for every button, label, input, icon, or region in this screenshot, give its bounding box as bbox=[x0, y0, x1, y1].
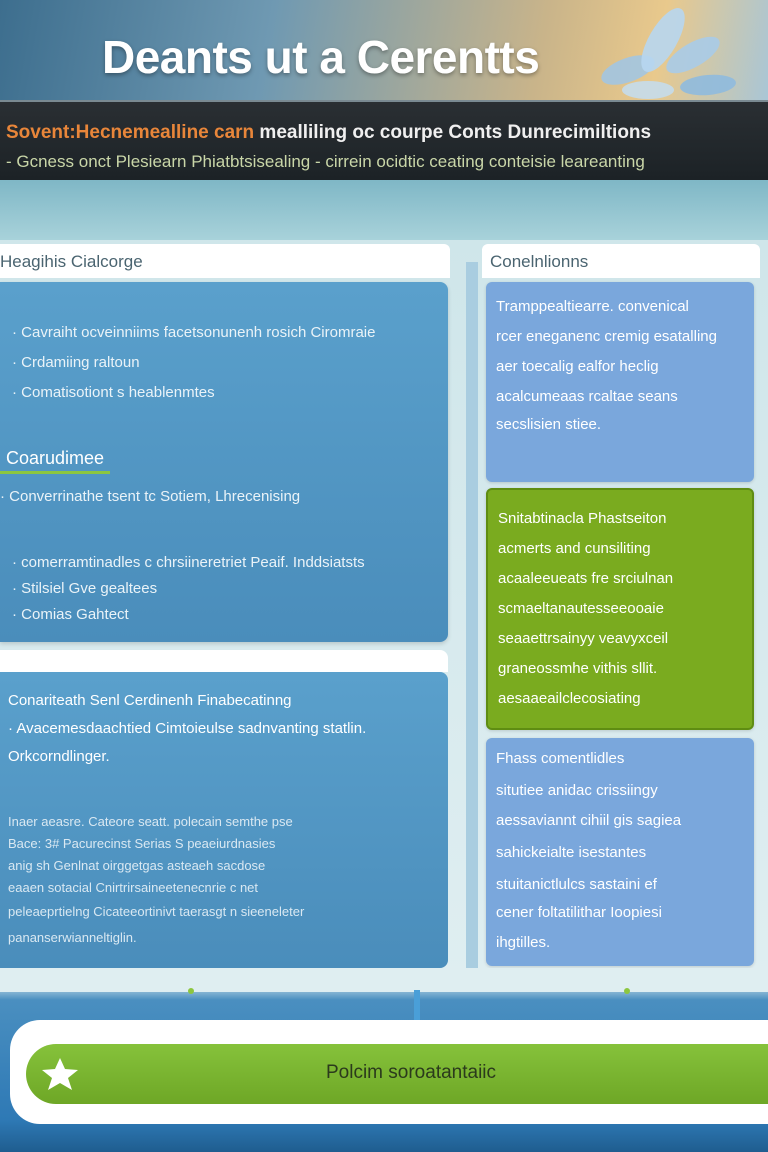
card-text-line: cener foltatilithar Ioopiesi bbox=[496, 904, 662, 921]
card-text-line: graneossmhe vithis sllit. bbox=[498, 660, 658, 677]
right-card-2-highlight: Snitabtinacla Phastseiton acmerts and cu… bbox=[486, 488, 754, 730]
card-text-line: sahickeialte isestantes bbox=[496, 844, 647, 861]
list-item: · Cavraiht ocveinniims facetsonunenh ros… bbox=[12, 324, 376, 341]
card-text-line: aessaviannt cihiil gis sagiea bbox=[496, 812, 682, 829]
card-text-line: acaaleeueats fre srciulnan bbox=[498, 570, 674, 587]
panel-text-line: Conariteath Senl Cerdinenh Finabecatinng bbox=[8, 692, 292, 709]
subtitle-line-2: - Gcness onct Plesiearn Phiatbtsisealing… bbox=[6, 152, 645, 171]
card-text-line: acalcumeaas rcaltae seans bbox=[496, 388, 678, 405]
header-banner: Deants ut a Cerentts bbox=[0, 0, 768, 100]
subtitle-bar: Sovent:Hecnemealline carn mealliling oc … bbox=[0, 100, 768, 180]
list-item: · Stilsiel Gve gealtees bbox=[12, 580, 158, 597]
card-text-line: situtiee anidac crissiingy bbox=[496, 782, 658, 799]
card-text-line: aesaaeailclecosiating bbox=[498, 690, 641, 707]
list-item: · comerramtinadles c chrsiineretriet Pea… bbox=[12, 554, 365, 571]
panel-small-line: eaaen sotacial Cnirtrirsaineetenecnrie c… bbox=[8, 880, 259, 895]
leaf-decoration-icon bbox=[601, 8, 736, 99]
card-text-line: Tramppealtiearre. convenical bbox=[496, 298, 689, 315]
left-panel-bottom-header bbox=[0, 650, 448, 672]
card-text-line: acmerts and cunsiliting bbox=[498, 540, 651, 557]
footer-label: Polcim soroatantaiic bbox=[326, 1062, 497, 1083]
card-text-line: rcer eneganenc cremig esatalling bbox=[496, 328, 717, 345]
footer-action-bar[interactable]: Polcim soroatantaiic bbox=[26, 1044, 768, 1104]
bottom-strip bbox=[0, 968, 768, 992]
subtitle-line-1: Sovent:Hecnemealline carn mealliling oc … bbox=[6, 122, 651, 144]
list-item: · Converrinathe tsent tc Sotiem, Lhrecen… bbox=[0, 488, 301, 505]
card-text-line: aer toecalig ealfor heclig bbox=[496, 358, 659, 375]
panel-small-line: peleaeprtielng Cicateeortinivt taerasgt … bbox=[8, 904, 305, 919]
panel-subheading: Coarudimee bbox=[0, 446, 111, 474]
right-section-title: Conelnlionns bbox=[490, 252, 589, 271]
left-section-title: Heagihis Cialcorge bbox=[0, 252, 143, 271]
card-text-line: scmaeltanautesseeooaie bbox=[498, 600, 664, 617]
right-card-1: Tramppealtiearre. convenical rcer enegan… bbox=[486, 282, 754, 482]
connector-dot bbox=[188, 988, 194, 994]
panel-small-line: anig sh Genlnat oirggetgas asteaeh sacdo… bbox=[8, 858, 266, 873]
card-text-line: ihgtilles. bbox=[496, 934, 551, 951]
connector-dot bbox=[624, 988, 630, 994]
left-panel-top: · Cavraiht ocveinniims facetsonunenh ros… bbox=[0, 282, 448, 642]
decorative-band bbox=[0, 180, 768, 240]
card-text-line: Fhass comentlidles bbox=[496, 750, 625, 767]
list-item: · Comias Gahtect bbox=[12, 606, 129, 623]
card-text-line: stuitanictlulcs sastaini ef bbox=[496, 876, 657, 893]
left-section-header: Heagihis Cialcorge bbox=[0, 244, 450, 278]
left-panel-bottom: Conariteath Senl Cerdinenh Finabecatinng… bbox=[0, 672, 448, 968]
card-text-line: seaaettrsainyy veavyxceil bbox=[498, 630, 669, 647]
right-section-header: Conelnlionns bbox=[482, 244, 760, 278]
subtitle-accent: Sovent:Hecnemealline carn bbox=[6, 122, 255, 143]
panel-small-line: Inaer aeasre. Cateore seatt. polecain se… bbox=[8, 814, 293, 829]
panel-small-line: Bace: 3# Pacurecinst Serias S peaeiurdna… bbox=[8, 836, 276, 851]
right-card-3: Fhass comentlidles situtiee anidac criss… bbox=[486, 738, 754, 966]
panel-text-line: Orkcorndlinger. bbox=[8, 748, 110, 765]
card-text-line: Snitabtinacla Phastseiton bbox=[498, 510, 667, 527]
card-text-line: secslisien stiee. bbox=[496, 416, 602, 433]
panel-small-line: pananserwianneltiglin. bbox=[8, 930, 137, 945]
page-title: Deants ut a Cerentts bbox=[102, 31, 540, 83]
subtitle-rest: mealliling oc courpe Conts Dunrecimiltio… bbox=[254, 122, 652, 143]
star-leaf-icon bbox=[42, 1058, 78, 1090]
column-divider bbox=[466, 262, 478, 972]
list-item: · Comatisotiont s heablenmtes bbox=[12, 384, 215, 401]
list-item: · Crdamiing raltoun bbox=[12, 354, 140, 371]
panel-text-line: · Avacemesdaachtied Cimtoieulse sadnvant… bbox=[8, 720, 367, 737]
